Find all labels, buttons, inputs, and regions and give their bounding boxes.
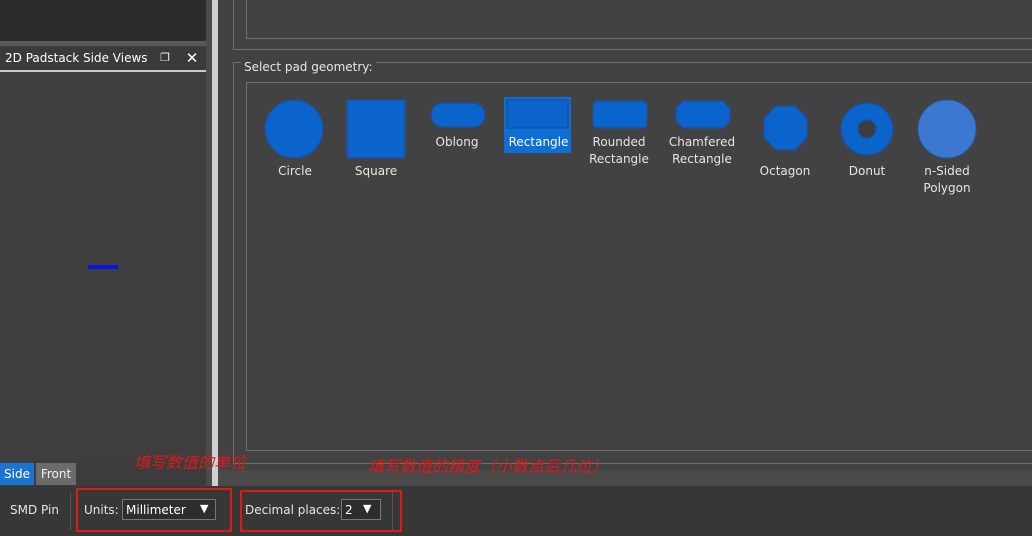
panel-edge — [0, 41, 206, 46]
status-separator — [70, 492, 71, 530]
shape-label-donut[interactable]: Donut — [837, 163, 897, 180]
shape-label-circle[interactable]: Circle — [265, 163, 325, 180]
decimal-annotation: 填写数值的精度（小数点后几位） — [368, 457, 609, 476]
square-icon — [346, 99, 406, 159]
oblong-icon — [430, 102, 486, 128]
shape-label-chamfered-rectangle[interactable]: Chamfered Rectangle — [666, 134, 738, 168]
top-inner-box — [246, 0, 1032, 39]
left-top-panel — [0, 0, 206, 41]
shape-label-oblong[interactable]: Oblong — [427, 134, 487, 151]
units-annotation: 填写数值的单位 — [134, 453, 247, 472]
tab-front[interactable]: Front — [36, 463, 76, 485]
rounded-rectangle-icon — [592, 100, 648, 129]
circle-icon — [264, 99, 324, 159]
side-views-title: 2D Padstack Side Views — [5, 51, 148, 65]
shape-label-rounded-rectangle[interactable]: Rounded Rectangle — [586, 134, 652, 168]
restore-window-icon[interactable]: ❐ — [158, 51, 172, 65]
rectangle-icon — [506, 99, 569, 129]
pad-side-profile — [88, 265, 118, 269]
editor-bottom-strip — [218, 470, 1032, 486]
donut-hole — [857, 119, 877, 139]
status-separator — [392, 492, 393, 530]
n-sided-polygon-icon — [917, 99, 977, 159]
decimal-highlight-box — [240, 490, 402, 532]
shape-label-square[interactable]: Square — [346, 163, 406, 180]
chamfered-rectangle-icon — [675, 100, 731, 129]
shape-label-n-sided-polygon[interactable]: n-Sided Polygon — [914, 163, 980, 197]
tab-side[interactable]: Side — [0, 463, 34, 485]
octagon-icon — [763, 105, 808, 151]
pad-geometry-title: Select pad geometry: — [241, 60, 376, 74]
shape-label-octagon[interactable]: Octagon — [752, 163, 818, 180]
mode-label: SMD Pin — [10, 503, 59, 517]
shape-label-rectangle[interactable]: Rectangle — [505, 134, 572, 151]
close-icon[interactable]: ✕ — [184, 50, 200, 66]
units-highlight-box — [76, 488, 232, 532]
